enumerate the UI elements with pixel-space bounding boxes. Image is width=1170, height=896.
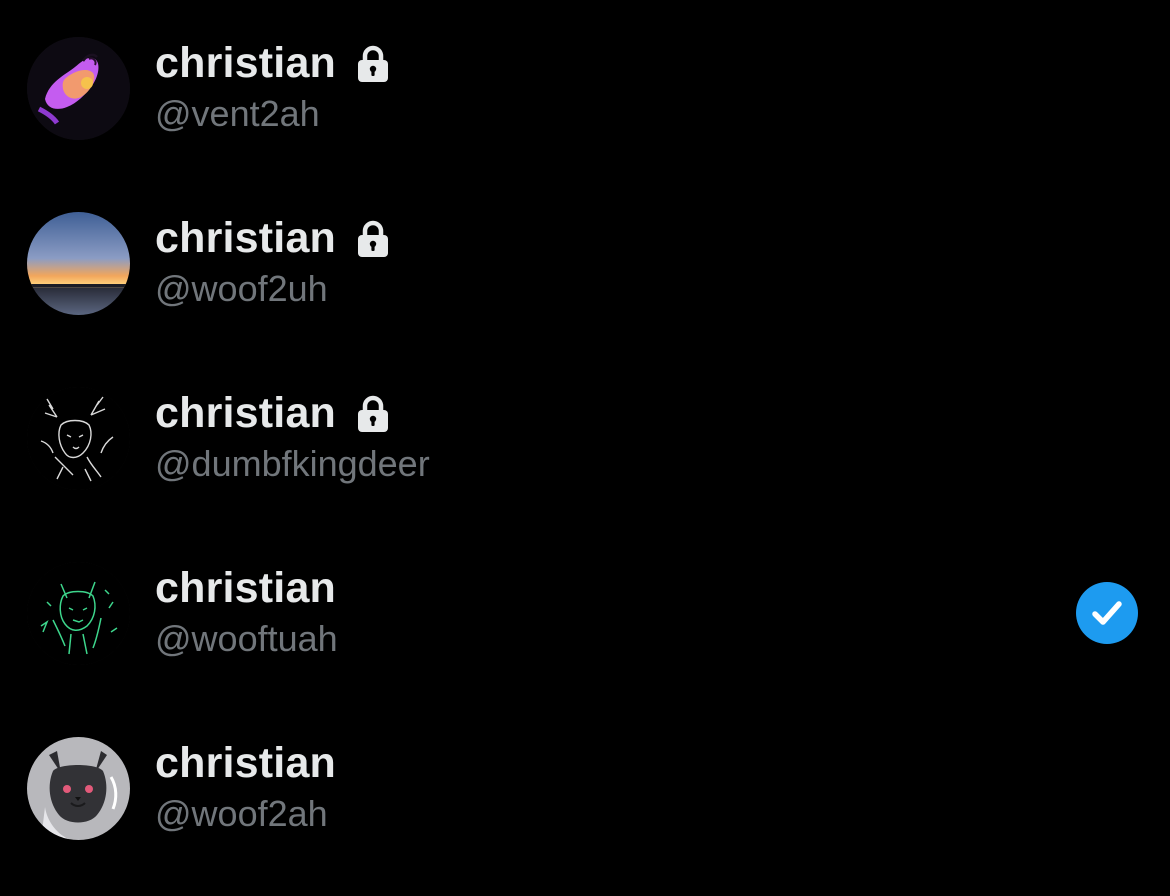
account-switcher-list: christian @vent2ah christian @woof2uh ch… <box>0 0 1170 896</box>
display-name: christian <box>155 214 337 262</box>
account-names: christian @woof2uh <box>155 212 390 315</box>
avatar <box>27 387 130 490</box>
sunset-horizon-avatar <box>27 212 130 315</box>
account-row[interactable]: christian @woof2ah <box>0 700 1170 875</box>
selected-checkmark-badge <box>1076 582 1138 644</box>
account-row[interactable]: christian @woof2uh <box>0 175 1170 350</box>
display-name-line: christian <box>155 737 336 789</box>
account-names: christian @dumbfkingdeer <box>155 387 430 490</box>
white-deer-sketch-avatar <box>27 387 130 490</box>
display-name: christian <box>155 389 337 437</box>
handle: @woof2uh <box>155 268 328 309</box>
checkmark-icon <box>1092 601 1122 625</box>
account-names: christian @wooftuah <box>155 562 338 665</box>
display-name: christian <box>155 739 337 787</box>
lock-icon <box>356 395 390 433</box>
gray-wolf-drawing-avatar <box>27 737 130 840</box>
green-wolf-sketch-avatar <box>27 562 130 665</box>
account-row[interactable]: christian @dumbfkingdeer <box>0 350 1170 525</box>
account-row[interactable]: christian @vent2ah <box>0 0 1170 175</box>
account-names: christian @vent2ah <box>155 37 390 140</box>
account-row-selected[interactable]: christian @wooftuah <box>0 525 1170 700</box>
lock-icon <box>356 220 390 258</box>
account-names: christian @woof2ah <box>155 737 336 840</box>
display-name: christian <box>155 39 337 87</box>
avatar <box>27 562 130 665</box>
display-name-line: christian <box>155 387 430 439</box>
avatar <box>27 737 130 840</box>
handle: @wooftuah <box>155 618 338 659</box>
purple-creature-avatar <box>27 37 130 140</box>
handle: @woof2ah <box>155 793 328 834</box>
avatar <box>27 212 130 315</box>
avatar <box>27 37 130 140</box>
display-name-line: christian <box>155 37 390 89</box>
display-name-line: christian <box>155 562 338 614</box>
display-name: christian <box>155 564 337 612</box>
display-name-line: christian <box>155 212 390 264</box>
handle: @vent2ah <box>155 93 320 134</box>
handle: @dumbfkingdeer <box>155 443 430 484</box>
lock-icon <box>356 45 390 83</box>
